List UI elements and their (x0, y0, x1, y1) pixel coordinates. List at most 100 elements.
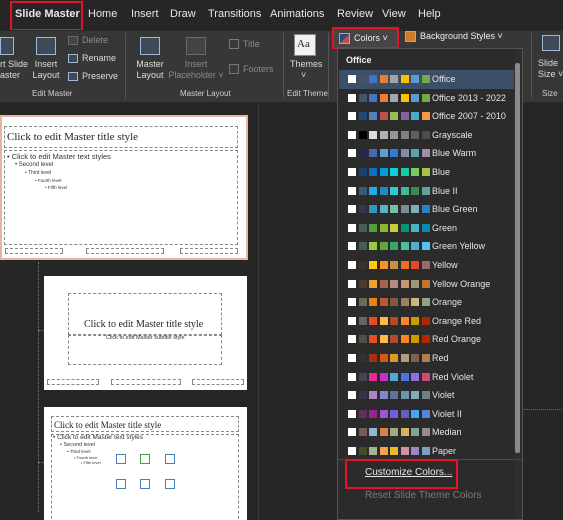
color-swatch (411, 130, 419, 139)
color-swatch (390, 447, 398, 455)
themes-label[interactable]: Themes (290, 59, 323, 70)
tab-help[interactable]: Help (418, 8, 441, 20)
slide-thumbnail-pane: Click to edit Master title style • Click… (0, 102, 258, 520)
color-swatch (390, 428, 398, 437)
master-layout-label[interactable]: Master Layout (133, 59, 167, 81)
color-swatch (369, 130, 377, 139)
theme-color-row[interactable]: Red Violet (339, 368, 515, 387)
color-swatch (421, 223, 430, 232)
thumb-layout-subtitle: Click to edit Master subtitle style (106, 335, 185, 341)
tab-view[interactable]: View (382, 8, 406, 20)
preserve-button[interactable]: Preserve (82, 71, 118, 82)
color-swatch (348, 112, 356, 121)
color-swatch (400, 298, 409, 307)
thumb-level4: • Fourth level (35, 178, 62, 183)
insert-slide-master-icon[interactable] (0, 37, 14, 55)
theme-color-row[interactable]: Green Yellow (339, 237, 515, 256)
background-styles-icon (405, 31, 416, 42)
delete-button[interactable]: Delete (82, 35, 108, 46)
color-swatch (411, 298, 419, 307)
thumb-level5: • Fifth level (45, 185, 68, 190)
theme-color-name: Red (432, 353, 449, 363)
color-swatch (400, 242, 409, 251)
theme-color-row[interactable]: Paper (339, 442, 515, 461)
tab-review[interactable]: Review (337, 8, 373, 20)
insert-slide-master-label[interactable]: rt Slide aster (0, 59, 28, 81)
rename-icon (68, 54, 78, 63)
color-swatch (358, 279, 367, 288)
color-swatch (358, 428, 367, 437)
theme-color-row[interactable]: Violet II (339, 405, 515, 424)
color-swatch (379, 428, 388, 437)
thumbnail-content-layout[interactable]: Click to edit Master title style • Click… (44, 407, 247, 520)
thumbnail-title-layout[interactable]: Click to edit Master title style Click t… (44, 276, 247, 390)
title-checkbox[interactable] (229, 39, 239, 49)
rename-button[interactable]: Rename (82, 53, 116, 64)
theme-color-row[interactable]: Yellow (339, 256, 515, 275)
theme-color-row[interactable]: Orange (339, 293, 515, 312)
footer-placeholder (86, 248, 164, 254)
color-swatch (379, 372, 388, 381)
footers-checkbox-label: Footers (243, 64, 274, 74)
color-swatch (379, 335, 388, 344)
tab-animations[interactable]: Animations (270, 8, 324, 20)
color-swatch (390, 316, 398, 325)
theme-color-row[interactable]: Red (339, 349, 515, 368)
tab-transitions[interactable]: Transitions (208, 8, 261, 20)
color-swatch (379, 354, 388, 362)
scrollbar[interactable] (514, 49, 521, 519)
color-swatch (390, 298, 398, 307)
colors-button[interactable]: Colors ˅ (332, 27, 399, 49)
color-swatch (348, 168, 356, 176)
color-swatch (411, 149, 419, 158)
tab-draw[interactable]: Draw (170, 8, 196, 20)
themes-caret[interactable]: ˅ (301, 70, 306, 81)
theme-color-row[interactable]: Blue (339, 163, 515, 182)
theme-color-row[interactable]: Green (339, 219, 515, 238)
color-swatch (348, 447, 356, 455)
footers-checkbox[interactable] (229, 64, 239, 74)
background-styles-button[interactable]: Background Styles ˅ (402, 27, 530, 49)
theme-color-row[interactable]: Blue II (339, 182, 515, 201)
theme-color-row[interactable]: Violet (339, 386, 515, 405)
color-swatch (348, 279, 356, 288)
slide-size-label[interactable]: Slide Size ˅ (538, 58, 563, 80)
insert-layout-icon[interactable] (36, 37, 56, 55)
insert-placeholder-label[interactable]: Insert Placeholder ˅ (168, 59, 224, 81)
theme-color-row[interactable]: Blue Warm (339, 144, 515, 163)
color-swatch (400, 205, 409, 214)
insert-layout-label[interactable]: Insert Layout (30, 59, 62, 81)
theme-color-row[interactable]: Median (339, 423, 515, 442)
title-checkbox-label: Title (243, 39, 260, 49)
color-swatch (400, 223, 409, 232)
color-swatch (421, 354, 430, 362)
color-swatch (421, 391, 430, 400)
tab-insert[interactable]: Insert (131, 8, 159, 20)
tab-home[interactable]: Home (88, 8, 117, 20)
theme-color-row[interactable]: Office (339, 70, 515, 89)
color-swatch (400, 130, 409, 139)
color-swatch (348, 372, 356, 381)
theme-color-row[interactable]: Red Orange (339, 330, 515, 349)
color-swatch (369, 186, 377, 195)
master-layout-icon[interactable] (140, 37, 160, 55)
thumb-master-text: • Click to edit Master text styles (7, 152, 111, 161)
date-placeholder (47, 379, 99, 385)
theme-color-row[interactable]: Orange Red (339, 312, 515, 331)
color-swatch (411, 409, 419, 418)
theme-color-name: Office (432, 74, 456, 84)
date-placeholder (5, 248, 63, 254)
color-swatch (400, 372, 409, 381)
themes-icon[interactable]: Aa (294, 34, 316, 56)
theme-color-row[interactable]: Grayscale (339, 126, 515, 145)
theme-color-row[interactable]: Office 2013 - 2022 (339, 89, 515, 108)
theme-color-row[interactable]: Office 2007 - 2010 (339, 107, 515, 126)
thumb-layout-title: Click to edit Master title style (84, 319, 204, 330)
slide-size-icon[interactable] (542, 35, 560, 51)
thumb-content-title: Click to edit Master title style (54, 420, 162, 430)
thumbnail-slide-master[interactable]: Click to edit Master title style • Click… (0, 115, 248, 260)
theme-color-row[interactable]: Yellow Orange (339, 275, 515, 294)
theme-color-row[interactable]: Blue Green (339, 200, 515, 219)
reset-theme-colors-item[interactable]: Reset Slide Theme Colors (365, 490, 482, 501)
scrollbar-thumb[interactable] (515, 63, 520, 453)
